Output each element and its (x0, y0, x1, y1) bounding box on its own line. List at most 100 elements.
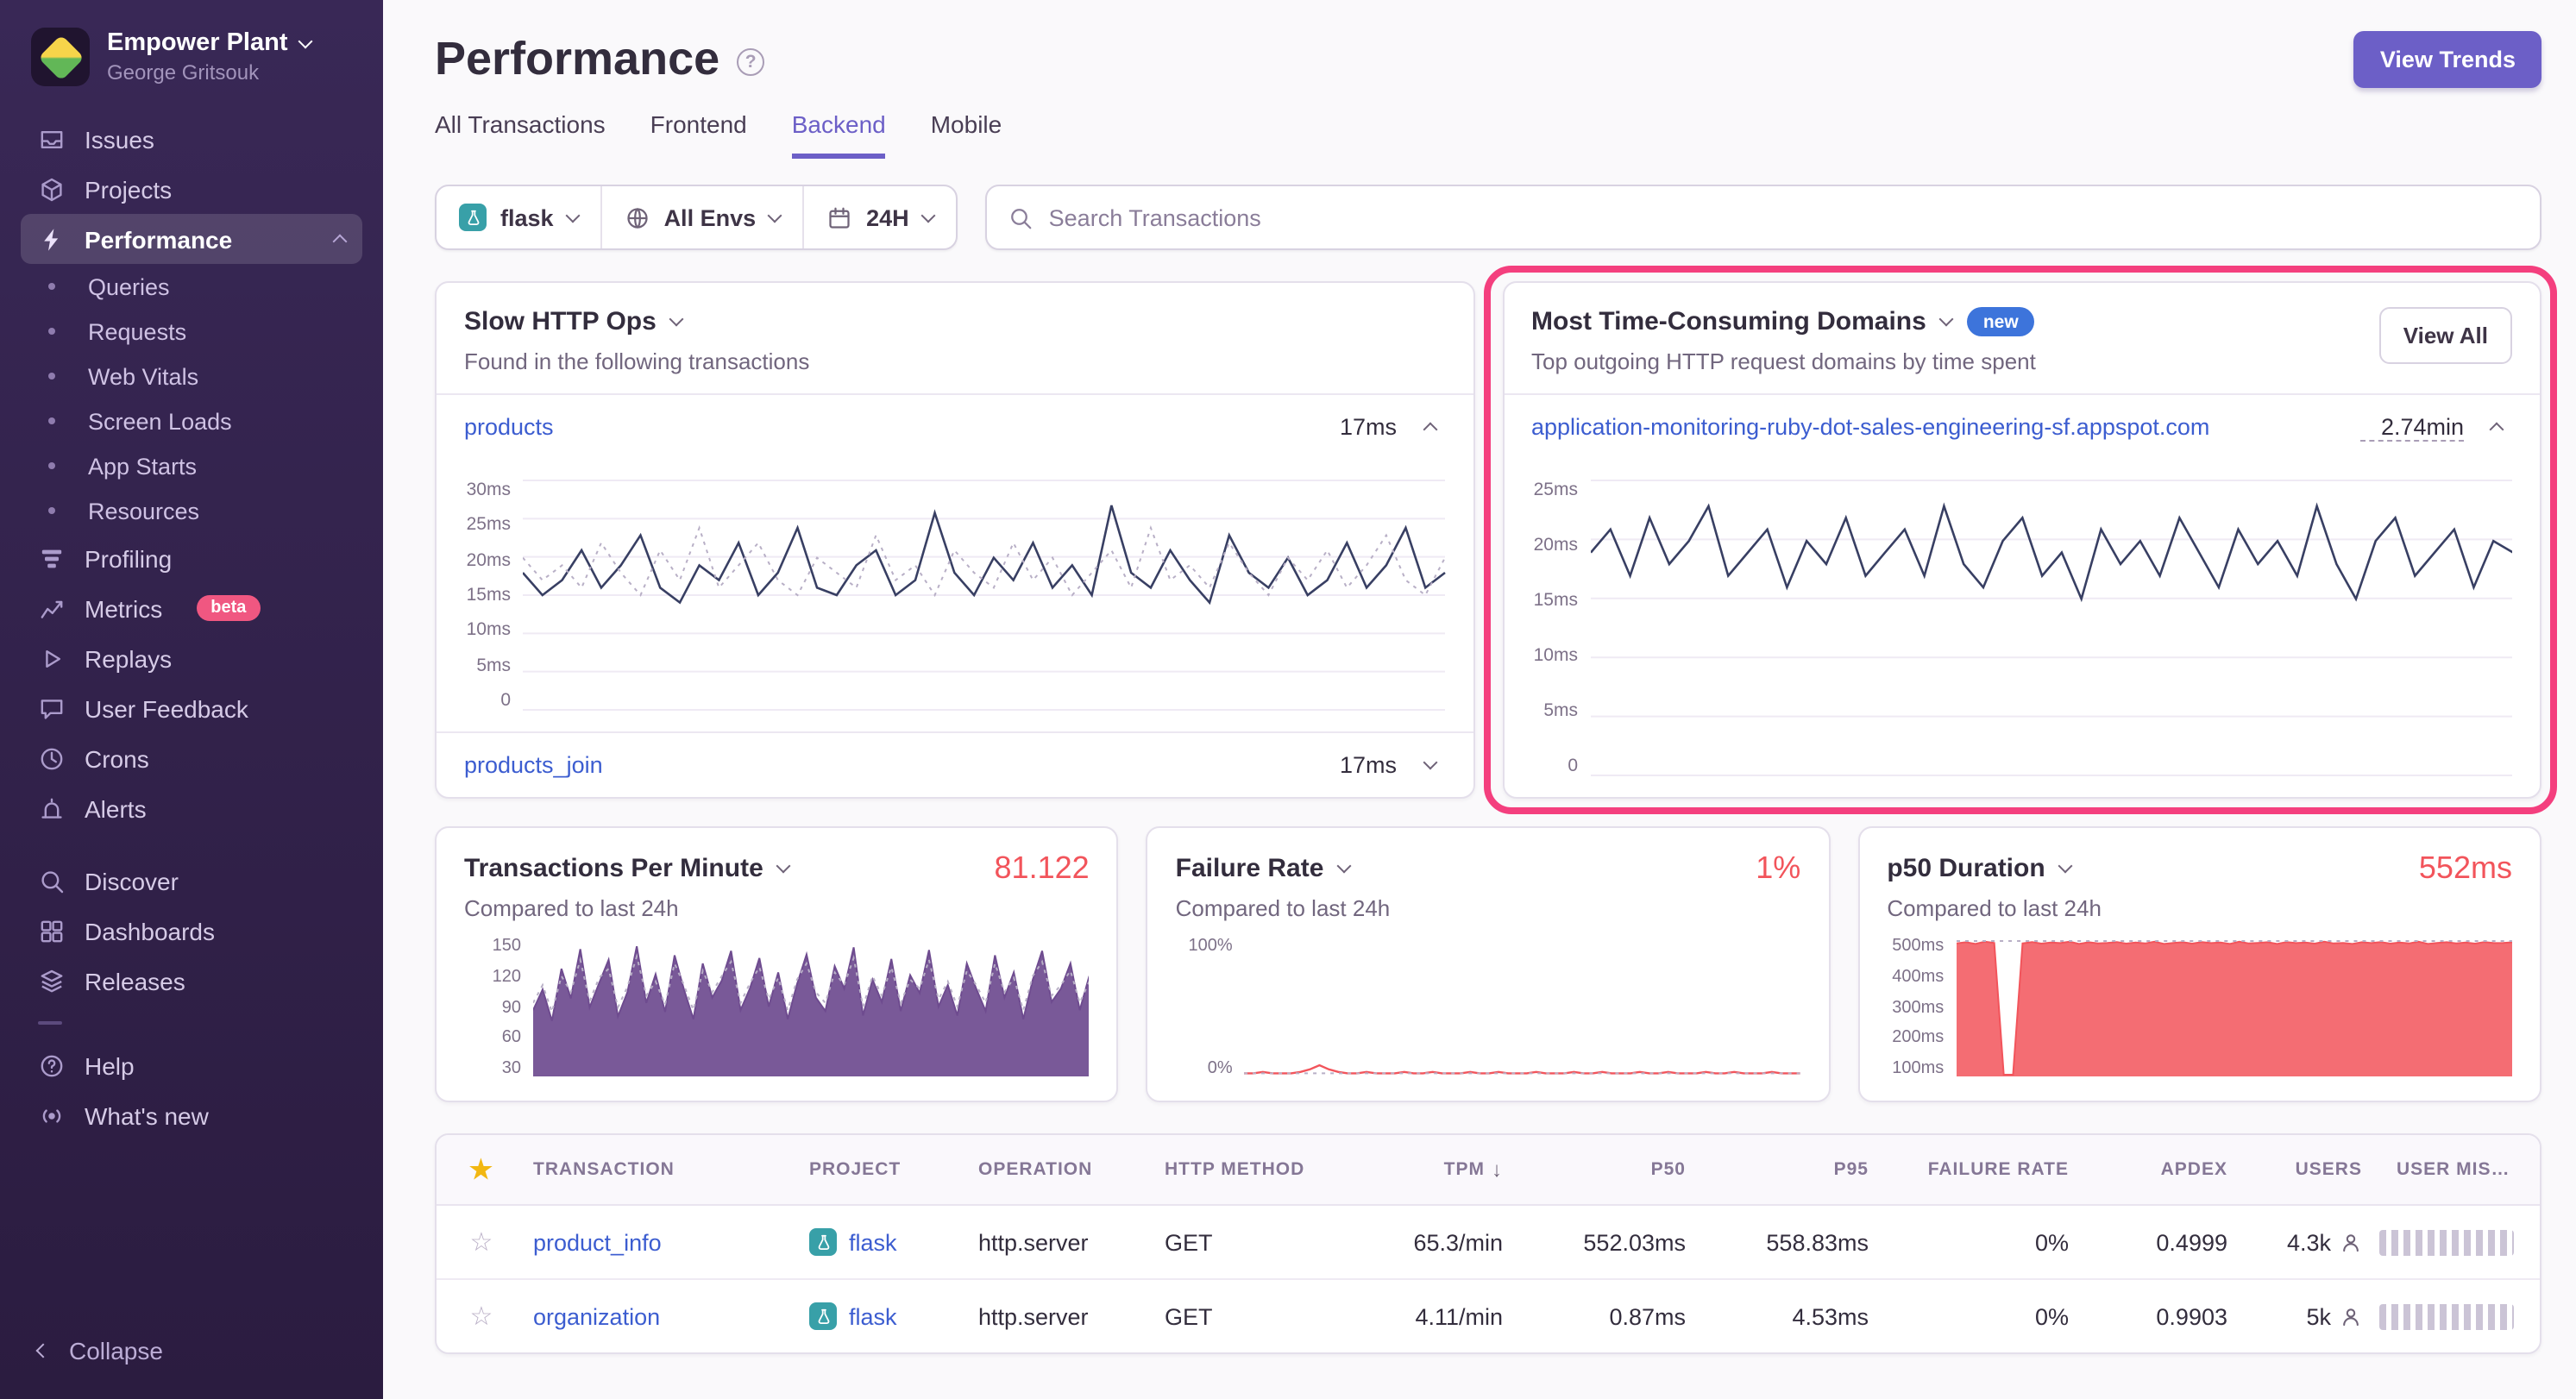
p95-cell: 4.53ms (1703, 1303, 1886, 1329)
sidebar-item-web-vitals[interactable]: Web Vitals (21, 354, 362, 398)
expand-toggle[interactable] (1414, 750, 1445, 781)
column-header-failure-rate[interactable]: Failure Rate (1886, 1159, 2086, 1180)
tab-frontend[interactable]: Frontend (650, 110, 747, 159)
domains-chart: 25ms20ms15ms10ms5ms0 (1504, 459, 2540, 797)
search-input[interactable] (1049, 204, 2519, 230)
search-bar (985, 185, 2541, 250)
tpm-cell: 4.11/min (1327, 1303, 1520, 1329)
sidebar-item-alerts[interactable]: Alerts (21, 783, 362, 833)
column-header-users[interactable]: Users (2245, 1159, 2379, 1180)
bullet-icon (48, 373, 55, 380)
view-trends-button[interactable]: View Trends (2354, 31, 2541, 88)
tab-bar: All Transactions Frontend Backend Mobile (435, 110, 2541, 159)
card-subtitle: Compared to last 24h (464, 895, 1090, 921)
chevron-down-icon[interactable] (1337, 859, 1352, 874)
sidebar-divider (38, 1021, 62, 1025)
column-header-p50[interactable]: P50 (1520, 1159, 1703, 1180)
column-header-project[interactable]: Project (792, 1159, 961, 1180)
collapse-toggle[interactable] (2481, 411, 2512, 442)
transaction-row: products_join 17ms (437, 731, 1473, 797)
slow-http-ops-dropdown[interactable]: Slow HTTP Ops (464, 307, 809, 336)
card-subtitle: Found in the following transactions (464, 348, 809, 374)
transaction-link[interactable]: products_join (464, 752, 603, 778)
sidebar-item-releases[interactable]: Releases (21, 956, 362, 1006)
sidebar-item-profiling[interactable]: Profiling (21, 533, 362, 583)
sidebar-item-discover[interactable]: Discover (21, 856, 362, 906)
sidebar-item-screen-loads[interactable]: Screen Loads (21, 398, 362, 443)
chevron-down-icon (1939, 312, 1954, 327)
sidebar-item-projects[interactable]: Projects (21, 164, 362, 214)
widgets-row-2: Transactions Per Minute 81.122 Compared … (435, 826, 2541, 1102)
sidebar-item-queries[interactable]: Queries (21, 264, 362, 309)
failure-rate-cell: 0% (1886, 1303, 2086, 1329)
sidebar-item-requests[interactable]: Requests (21, 309, 362, 354)
star-icon[interactable]: ☆ (447, 1301, 516, 1332)
sidebar-item-label: Replays (85, 644, 172, 672)
domains-dropdown[interactable]: Most Time-Consuming Domains new (1531, 307, 2036, 336)
sidebar-item-issues[interactable]: Issues (21, 114, 362, 164)
transaction-link[interactable]: organization (533, 1303, 660, 1329)
flask-project-icon (809, 1228, 837, 1256)
search-icon (1008, 204, 1034, 230)
sidebar-item-resources[interactable]: Resources (21, 488, 362, 533)
sidebar-item-dashboards[interactable]: Dashboards (21, 906, 362, 956)
column-header-transaction[interactable]: Transaction (516, 1159, 792, 1180)
sidebar-item-performance[interactable]: Performance (21, 214, 362, 264)
chevron-down-icon[interactable] (2058, 859, 2073, 874)
globe-icon (625, 204, 650, 230)
star-icon[interactable]: ☆ (447, 1226, 516, 1258)
org-user: George Gritsouk (107, 60, 311, 85)
column-header-apdex[interactable]: Apdex (2086, 1159, 2245, 1180)
transaction-row: products 17ms (437, 393, 1473, 459)
column-header-http-method[interactable]: HTTP Method (1147, 1159, 1327, 1180)
lightning-icon (38, 225, 66, 253)
tab-all-transactions[interactable]: All Transactions (435, 110, 606, 159)
tab-backend[interactable]: Backend (792, 110, 886, 159)
filter-bar: flask All Envs 24H (435, 185, 2541, 250)
environment-filter-value: All Envs (664, 204, 757, 230)
view-all-button[interactable]: View All (2379, 307, 2512, 364)
project-link[interactable]: flask (849, 1229, 897, 1255)
chevron-down-icon[interactable] (776, 859, 791, 874)
p50-duration-card: p50 Duration 552ms Compared to last 24h … (1857, 826, 2541, 1102)
column-header-p95[interactable]: P95 (1703, 1159, 1886, 1180)
bullet-icon (48, 462, 55, 469)
sidebar-collapse-button[interactable]: Collapse (21, 1323, 362, 1378)
bullet-icon (48, 507, 55, 514)
project-filter[interactable]: flask (437, 186, 602, 248)
table-header: ★ Transaction Project Operation HTTP Met… (437, 1135, 2540, 1206)
sidebar-item-help[interactable]: Help (21, 1040, 362, 1090)
column-header-tpm[interactable]: TPM↓ (1327, 1157, 1520, 1182)
sidebar-item-metrics[interactable]: Metrics beta (21, 583, 362, 633)
flask-project-icon (459, 204, 487, 231)
sidebar-item-app-starts[interactable]: App Starts (21, 443, 362, 488)
profiling-icon (38, 544, 66, 572)
domain-link[interactable]: application-monitoring-ruby-dot-sales-en… (1531, 414, 2209, 440)
time-range-filter[interactable]: 24H (804, 186, 956, 248)
column-header-operation[interactable]: Operation (961, 1159, 1147, 1180)
time-range-value: 24H (866, 204, 909, 230)
transaction-link[interactable]: product_info (533, 1229, 662, 1255)
sidebar-item-replays[interactable]: Replays (21, 633, 362, 683)
collapse-toggle[interactable] (1414, 411, 1445, 442)
sidebar-item-label: Dashboards (85, 917, 215, 944)
tab-mobile[interactable]: Mobile (931, 110, 1002, 159)
sidebar-item-user-feedback[interactable]: User Feedback (21, 683, 362, 733)
star-icon[interactable]: ★ (447, 1154, 516, 1185)
environment-filter[interactable]: All Envs (602, 186, 805, 248)
project-link[interactable]: flask (849, 1303, 897, 1329)
chevron-up-icon (2490, 423, 2504, 437)
transaction-link[interactable]: products (464, 414, 554, 440)
area-chart (1956, 937, 2512, 1078)
new-badge: new (1968, 307, 2034, 336)
column-header-user-misery[interactable]: User Misery (2379, 1159, 2529, 1180)
sidebar-item-crons[interactable]: Crons (21, 733, 362, 783)
sidebar-item-whats-new[interactable]: What's new (21, 1090, 362, 1140)
y-axis-labels: 150120906030 (464, 937, 533, 1078)
card-title: Failure Rate (1176, 854, 1324, 883)
help-icon[interactable]: ? (737, 48, 764, 76)
user-icon (2340, 1305, 2362, 1327)
user-misery-bar (2379, 1229, 2514, 1255)
p95-cell: 558.83ms (1703, 1229, 1886, 1255)
org-switcher[interactable]: Empower Plant George Gritsouk (21, 24, 362, 90)
